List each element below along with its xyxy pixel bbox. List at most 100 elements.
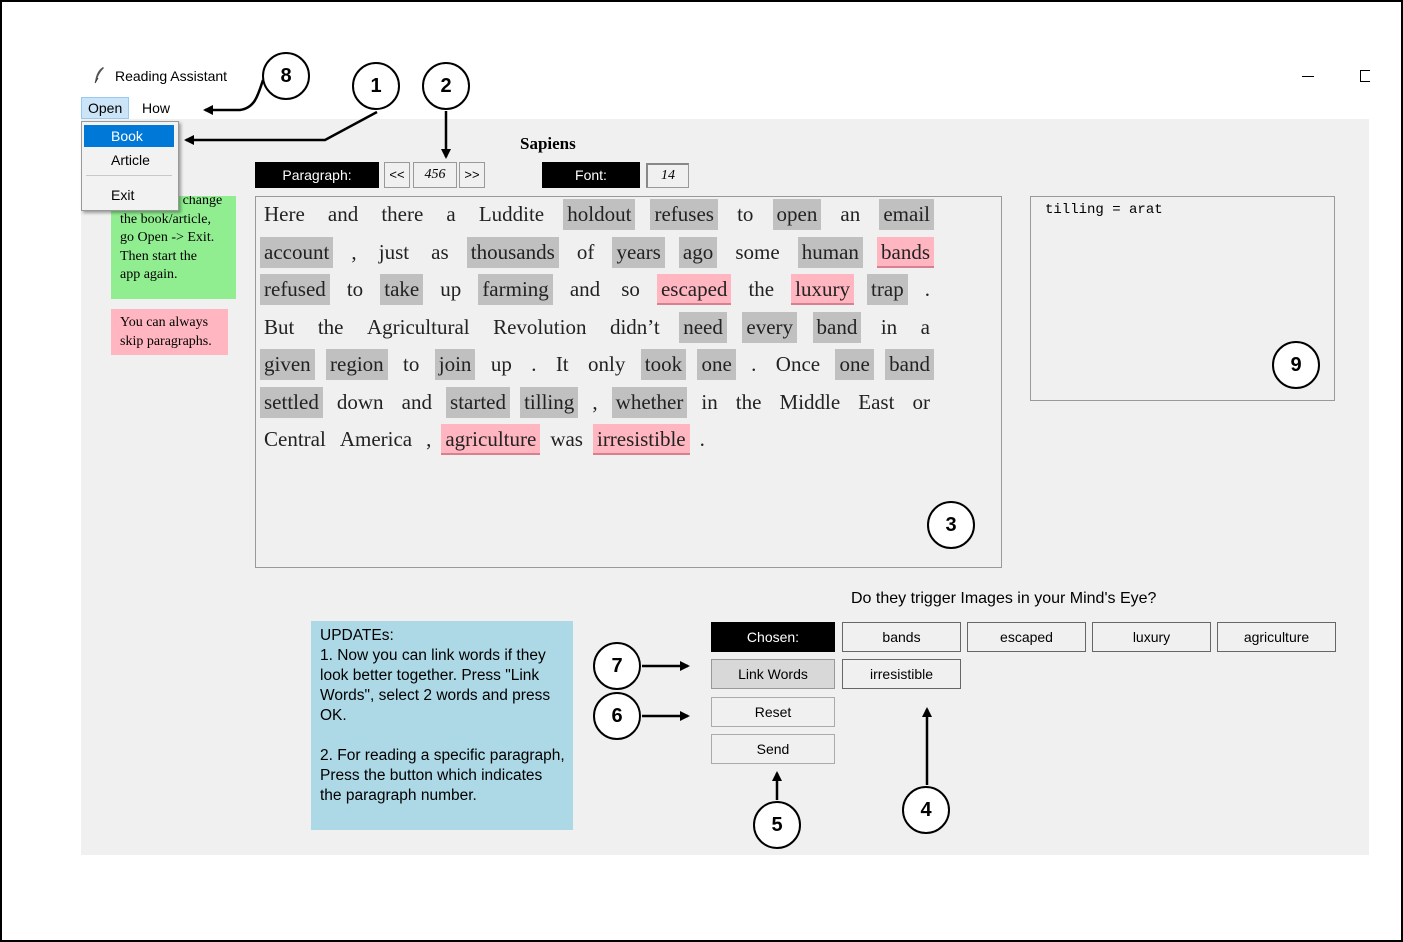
paragraph-label: Paragraph: <box>255 162 379 188</box>
text-word[interactable]: Revolution <box>489 312 590 343</box>
text-word[interactable]: agriculture <box>441 424 541 455</box>
link-words-button[interactable]: Link Words <box>711 659 835 689</box>
text-word[interactable]: . <box>747 349 760 380</box>
text-word[interactable]: band <box>885 349 934 380</box>
reset-button[interactable]: Reset <box>711 697 835 727</box>
text-word[interactable]: up <box>436 274 465 305</box>
text-word[interactable]: the <box>744 274 778 305</box>
text-word[interactable]: to <box>343 274 367 305</box>
text-word[interactable]: took <box>640 349 687 380</box>
text-word[interactable]: escaped <box>656 274 732 305</box>
text-word[interactable]: didn’t <box>606 312 664 343</box>
paragraph-number-button[interactable]: 456 <box>413 162 457 188</box>
text-word[interactable]: one <box>697 349 736 380</box>
text-word[interactable]: America <box>336 424 416 455</box>
chosen-word-chip[interactable]: luxury <box>1092 622 1211 652</box>
menu-open[interactable]: Open <box>81 97 130 119</box>
text-word[interactable]: , <box>422 424 435 455</box>
chosen-word-chip[interactable]: escaped <box>967 622 1086 652</box>
text-word[interactable]: Agricultural <box>363 312 474 343</box>
chosen-word-chip[interactable]: agriculture <box>1217 622 1336 652</box>
text-word[interactable]: . <box>527 349 540 380</box>
text-word[interactable]: farming <box>478 274 553 305</box>
text-word[interactable]: East <box>854 387 898 418</box>
text-word[interactable]: Luddite <box>475 199 548 230</box>
send-button[interactable]: Send <box>711 734 835 764</box>
text-word[interactable]: up <box>487 349 516 380</box>
text-word[interactable]: Here <box>260 199 309 230</box>
text-word[interactable]: open <box>772 199 822 230</box>
menu-how-to[interactable]: How to <box>136 97 176 138</box>
text-word[interactable]: It <box>552 349 573 380</box>
text-word[interactable]: and <box>398 387 436 418</box>
text-word[interactable]: join <box>434 349 476 380</box>
text-word[interactable]: take <box>380 274 424 305</box>
text-word[interactable]: , <box>588 387 601 418</box>
reading-text-area[interactable]: Here and there a Luddite holdout refuses to open… <box>255 196 1002 568</box>
text-word[interactable]: luxury <box>791 274 854 305</box>
text-word[interactable]: , <box>347 237 360 268</box>
text-word[interactable]: years <box>612 236 665 268</box>
text-word[interactable]: Middle <box>776 387 845 418</box>
text-word[interactable]: a <box>917 312 934 343</box>
callout-1: 1 <box>352 62 400 110</box>
text-word[interactable]: Once <box>772 349 824 380</box>
text-word[interactable]: only <box>584 349 629 380</box>
minimize-icon[interactable] <box>1302 76 1314 77</box>
text-word[interactable]: email <box>879 199 934 230</box>
text-word[interactable]: in <box>877 312 901 343</box>
text-word[interactable]: there <box>377 199 427 230</box>
text-word[interactable]: an <box>836 199 864 230</box>
text-word[interactable]: Central <box>260 424 330 455</box>
text-word[interactable]: to <box>399 349 423 380</box>
text-word[interactable]: irresistible <box>592 424 690 455</box>
next-paragraph-button[interactable]: >> <box>459 162 485 188</box>
text-word[interactable]: region <box>326 349 388 380</box>
text-word[interactable]: in <box>697 387 721 418</box>
text-word[interactable]: bands <box>877 236 934 268</box>
text-word[interactable]: some <box>731 237 783 268</box>
text-word[interactable]: every <box>742 311 798 343</box>
text-word[interactable]: . <box>696 424 709 455</box>
text-word[interactable]: thousands <box>466 236 559 268</box>
chosen-word-chip[interactable]: irresistible <box>842 659 961 689</box>
text-word[interactable]: and <box>566 274 604 305</box>
menu-item-article[interactable]: Article <box>84 149 174 171</box>
text-word[interactable]: as <box>427 237 453 268</box>
text-word[interactable]: settled <box>260 386 323 418</box>
text-word[interactable]: started <box>446 386 511 418</box>
chosen-word-chip[interactable]: bands <box>842 622 961 652</box>
text-word[interactable]: just <box>375 237 413 268</box>
font-size-input[interactable]: 14 <box>646 163 689 188</box>
text-word[interactable]: down <box>333 387 388 418</box>
text-word[interactable]: tilling <box>520 386 579 418</box>
text-word[interactable]: whether <box>611 386 688 418</box>
text-word[interactable]: holdout <box>563 199 636 230</box>
menu-item-book[interactable]: Book <box>84 125 174 147</box>
text-word[interactable]: account <box>260 236 334 268</box>
text-word[interactable]: trap <box>867 274 908 305</box>
text-word[interactable]: was <box>546 424 587 455</box>
text-word[interactable]: of <box>573 237 599 268</box>
text-word[interactable]: to <box>733 199 757 230</box>
text-word[interactable]: need <box>679 311 727 343</box>
text-word[interactable]: the <box>732 387 766 418</box>
maximize-icon[interactable] <box>1360 70 1370 82</box>
text-word[interactable]: a <box>442 199 459 230</box>
text-word[interactable]: one <box>835 349 874 380</box>
text-word[interactable]: or <box>909 387 935 418</box>
text-word[interactable]: given <box>260 349 315 380</box>
text-word[interactable]: so <box>617 274 644 305</box>
text-word[interactable]: . <box>921 274 934 305</box>
text-word[interactable]: human <box>797 236 863 268</box>
prev-paragraph-button[interactable]: << <box>384 162 410 188</box>
text-word[interactable]: band <box>812 311 862 343</box>
menu-item-exit[interactable]: Exit <box>84 184 174 206</box>
text-word[interactable]: and <box>324 199 362 230</box>
text-word[interactable]: ago <box>678 236 718 268</box>
text-word[interactable]: refuses <box>650 199 718 230</box>
text-word[interactable]: But <box>260 312 298 343</box>
text-word[interactable]: refused <box>260 274 330 305</box>
note-line: the book/article, <box>120 211 211 227</box>
text-word[interactable]: the <box>314 312 348 343</box>
